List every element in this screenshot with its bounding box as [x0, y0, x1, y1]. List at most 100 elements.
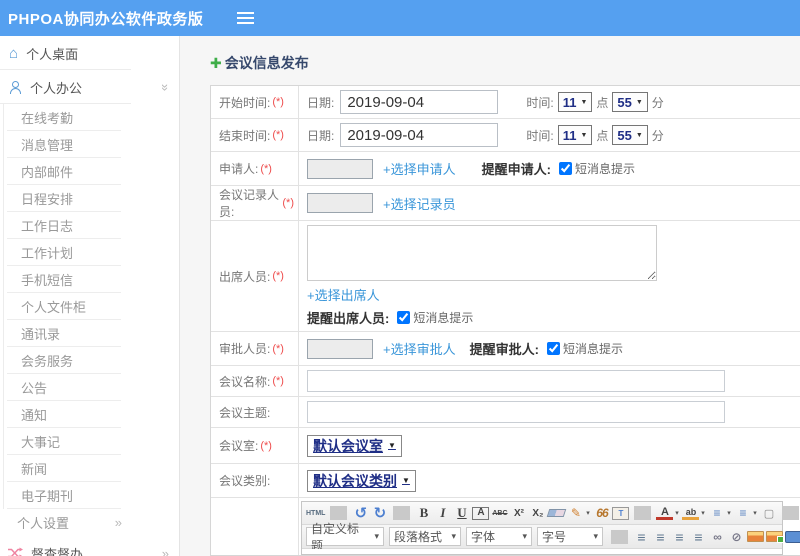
choose-attendees-link[interactable]: +选择出席人	[307, 285, 380, 304]
dropdown-caret-icon[interactable]: ▾	[725, 504, 732, 522]
sidebar-subitem[interactable]: 消息管理	[4, 131, 179, 158]
redo-icon[interactable]: ↻	[371, 504, 388, 522]
approver-input[interactable]	[307, 338, 373, 359]
field-label: 申请人:	[219, 162, 259, 176]
meeting-name-input[interactable]	[307, 370, 725, 392]
sidebar-subitem[interactable]: 工作计划	[4, 239, 179, 266]
hour-unit: 点	[596, 128, 609, 143]
start-date-input[interactable]	[340, 90, 499, 114]
unordered-list-icon[interactable]: ≡	[734, 504, 751, 522]
sidebar-subitem-label: 工作日志	[21, 219, 74, 234]
sidebar-subitem-label: 内部邮件	[21, 165, 74, 180]
choose-recorder-link[interactable]: +选择记录员	[383, 194, 456, 213]
image-icon[interactable]	[747, 531, 764, 542]
remind-attendees-label: 提醒出席人员:	[307, 311, 390, 326]
separator[interactable]	[393, 506, 411, 520]
sidebar-subitem[interactable]: 大事记	[4, 428, 179, 455]
dropdown-caret-icon[interactable]: ▾	[673, 504, 680, 522]
topbar: PHPOA协同办公软件政务版	[0, 0, 800, 36]
sms-label: 短消息提示	[574, 162, 635, 176]
paste-as-text-icon[interactable]: T	[612, 506, 630, 520]
link-icon[interactable]: ∞	[709, 528, 726, 546]
form-row-start-time: 开始时间:(*) 日期: 时间: 11 点 55 分	[211, 86, 800, 119]
sidebar-item-settings[interactable]: 个人设置 »	[0, 509, 179, 536]
sidebar-subitem[interactable]: 在线考勤	[4, 104, 179, 131]
dropdown-caret-icon[interactable]: ▾	[699, 504, 706, 522]
form-row-meeting-room: 会议室: (*) 默认会议室	[211, 428, 800, 464]
meeting-room-select[interactable]: 默认会议室	[307, 434, 402, 457]
dropdown-caret-icon[interactable]: ▾	[584, 504, 591, 522]
meeting-category-select[interactable]: 默认会议类别	[307, 469, 416, 492]
form-row-meeting-name: 会议名称: (*)	[211, 366, 800, 397]
paragraph-format-select[interactable]: 段落格式	[389, 527, 461, 546]
dropdown-caret-icon[interactable]: ▾	[751, 504, 758, 522]
separator[interactable]	[782, 506, 800, 520]
attendees-textarea[interactable]	[307, 225, 657, 281]
sidebar-subitem[interactable]: 通讯录	[4, 320, 179, 347]
font-border-icon[interactable]: A	[472, 506, 490, 520]
end-hour-select[interactable]: 11	[557, 125, 593, 145]
sidebar-item-personal-office[interactable]: 个人办公 »	[0, 70, 179, 104]
recorder-input[interactable]	[307, 193, 373, 213]
field-label: 审批人员:	[219, 342, 271, 356]
align-center-icon[interactable]: ≡	[652, 528, 669, 546]
applicant-sms-checkbox[interactable]	[558, 162, 572, 175]
attendees-sms-checkbox[interactable]	[397, 311, 411, 324]
sidebar-item-supervision[interactable]: 督查督办 »	[0, 536, 179, 556]
sidebar-subitem[interactable]: 通知	[4, 401, 179, 428]
sidebar-subitem[interactable]: 手机短信	[4, 266, 179, 293]
font-size-select[interactable]: 字号	[537, 527, 603, 546]
minute-unit: 分	[651, 95, 664, 110]
bold-icon[interactable]: B	[415, 504, 432, 522]
required-mark: (*)	[272, 342, 284, 355]
sidebar-subitem[interactable]: 内部邮件	[4, 158, 179, 185]
end-minute-select[interactable]: 55	[612, 125, 648, 145]
meeting-subject-input[interactable]	[307, 401, 725, 423]
highlight-color-icon[interactable]: ab	[682, 506, 700, 520]
align-right-icon[interactable]: ≡	[671, 528, 688, 546]
sidebar-subitem[interactable]: 电子期刊	[4, 482, 179, 509]
align-left-icon[interactable]: ≡	[633, 528, 650, 546]
eraser-icon[interactable]	[547, 509, 567, 517]
unlink-icon[interactable]: ⊘	[728, 528, 745, 546]
media-icon[interactable]	[785, 530, 800, 543]
separator[interactable]	[634, 506, 652, 520]
menu-icon[interactable]	[237, 12, 255, 24]
strikethrough-icon[interactable]: ABC	[491, 504, 508, 522]
blockquote-icon[interactable]: 66	[593, 504, 610, 522]
sidebar-subitem[interactable]: 工作日志	[4, 212, 179, 239]
image-upload-icon[interactable]	[766, 531, 784, 543]
font-family-select[interactable]: 字体	[466, 527, 532, 546]
start-hour-select[interactable]: 11	[557, 92, 593, 112]
ordered-list-icon[interactable]: ≡	[708, 504, 725, 522]
underline-icon[interactable]: U	[453, 504, 470, 522]
editor-content-area[interactable]	[302, 549, 782, 554]
start-minute-select[interactable]: 55	[612, 92, 648, 112]
heading-select[interactable]: 自定义标题	[306, 522, 384, 553]
page-title: 会议信息发布	[224, 54, 309, 71]
format-brush-icon[interactable]: ✎	[567, 504, 584, 522]
subscript-icon[interactable]: X₂	[529, 504, 546, 522]
sidebar-subitem-label: 手机短信	[21, 273, 74, 288]
sidebar-item-label: 个人桌面	[26, 46, 79, 62]
time-label: 时间:	[526, 95, 554, 110]
sidebar-item-desktop[interactable]: ⌂ 个人桌面	[0, 36, 179, 70]
choose-approver-link[interactable]: +选择审批人	[383, 339, 456, 358]
superscript-icon[interactable]: X²	[510, 504, 527, 522]
font-color-icon[interactable]: A	[656, 506, 674, 520]
choose-applicant-link[interactable]: +选择申请人	[383, 159, 456, 178]
sidebar-subitem[interactable]: 日程安排	[4, 185, 179, 212]
editor-toolbar-row1: HTML ↺ ↻ B I U A ABC X² X₂ ✎ ▾ 66 T A ▾ ab ▾ ≡ ▾ ≡ ▾ ▢	[302, 502, 800, 525]
end-date-input[interactable]	[340, 123, 499, 147]
sidebar-subitem[interactable]: 新闻	[4, 455, 179, 482]
italic-icon[interactable]: I	[434, 504, 451, 522]
sidebar-subitem[interactable]: 个人文件柜	[4, 293, 179, 320]
new-page-icon[interactable]: ▢	[760, 504, 777, 522]
sidebar-subitem[interactable]: 会务服务	[4, 347, 179, 374]
applicant-input[interactable]	[307, 158, 373, 179]
approver-sms-checkbox[interactable]	[546, 342, 560, 355]
align-justify-icon[interactable]: ≡	[690, 528, 707, 546]
editor-toolbar-row2: 自定义标题段落格式字体字号 ≡≡≡≡∞⊘	[302, 522, 800, 553]
sidebar-subitem[interactable]: 公告	[4, 374, 179, 401]
separator[interactable]	[330, 506, 348, 520]
